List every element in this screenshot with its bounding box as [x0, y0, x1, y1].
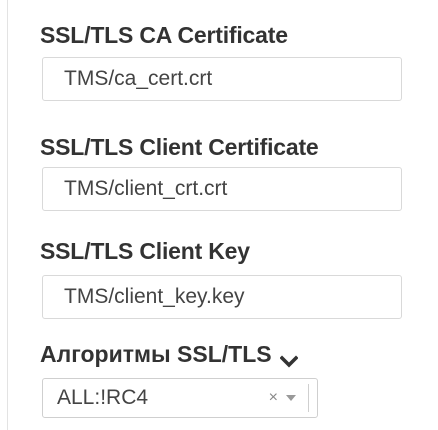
algorithms-selected-value: ALL:!RC4 — [57, 386, 149, 409]
algorithms-select[interactable]: ALL:!RC4 × — [42, 378, 318, 418]
algorithms-toggle[interactable]: Алгоритмы SSL/TLS — [40, 341, 299, 368]
ca-certificate-input[interactable] — [42, 57, 402, 101]
algorithms-label: Алгоритмы SSL/TLS — [40, 341, 272, 367]
ssl-settings-panel: SSL/TLS CA Certificate SSL/TLS Client Ce… — [0, 0, 438, 430]
client-certificate-input[interactable] — [42, 167, 402, 211]
panel-border — [7, 0, 8, 430]
dropdown-arrow-icon[interactable] — [286, 395, 296, 401]
client-key-input[interactable] — [42, 275, 402, 319]
client-key-label: SSL/TLS Client Key — [40, 238, 250, 264]
ca-certificate-label: SSL/TLS CA Certificate — [40, 22, 288, 48]
client-certificate-label: SSL/TLS Client Certificate — [40, 134, 319, 160]
chevron-down-icon — [279, 348, 299, 368]
select-divider — [308, 384, 309, 412]
clear-icon[interactable]: × — [269, 390, 278, 406]
